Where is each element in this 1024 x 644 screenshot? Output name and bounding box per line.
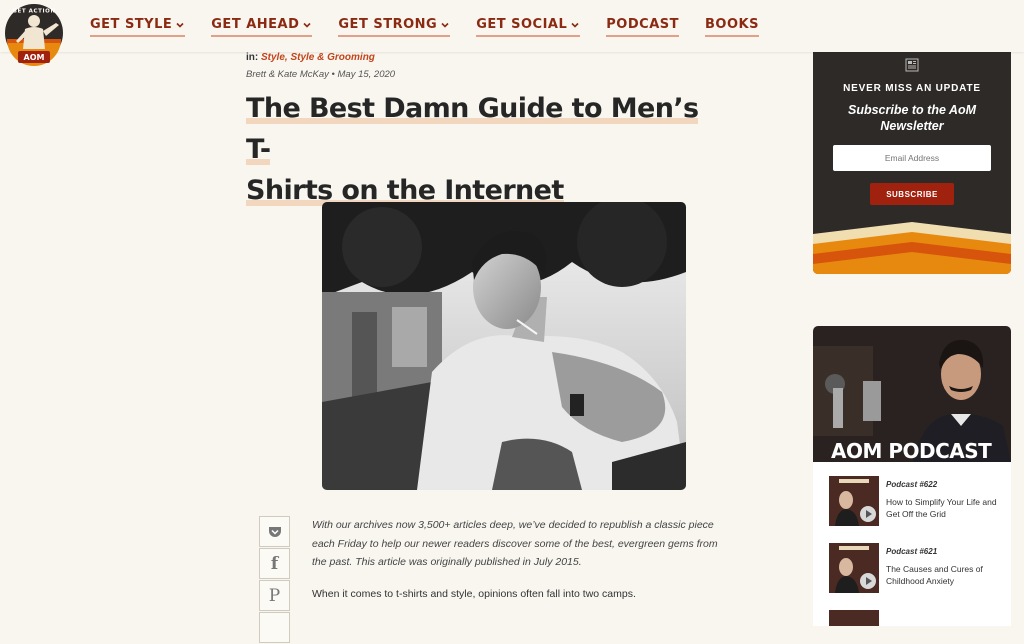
podcast-episode-622[interactable]: Podcast #622 How to Simplify Your Life a… xyxy=(829,476,1009,528)
episode-thumbnail xyxy=(829,476,879,526)
nav-label: GET STRONG xyxy=(338,17,438,32)
nav-podcast[interactable]: PODCAST xyxy=(606,17,679,37)
subscribe-button[interactable]: SUBSCRIBE xyxy=(870,183,954,205)
newsletter-heading: Subscribe to the AoM Newsletter xyxy=(813,102,1011,134)
article-category: in: Style, Style & Grooming xyxy=(246,52,375,63)
chevron-down-icon xyxy=(571,22,579,28)
nav-label: GET STYLE xyxy=(90,17,173,32)
share-bar: f P xyxy=(259,516,290,644)
email-field[interactable] xyxy=(833,145,991,171)
chevron-down-icon xyxy=(303,22,311,28)
facebook-share-button[interactable]: f xyxy=(259,548,290,579)
nav-label: PODCAST xyxy=(606,17,679,32)
newsletter-kicker: NEVER MISS AN UPDATE xyxy=(843,83,981,94)
pocket-share-button[interactable] xyxy=(259,516,290,547)
more-share-button[interactable] xyxy=(259,612,290,643)
newsletter-panel: NEVER MISS AN UPDATE Subscribe to the Ao… xyxy=(813,52,1011,274)
article-intro: With our archives now 3,500+ articles de… xyxy=(312,519,718,568)
newsletter-heading-line-1: Subscribe to the AoM xyxy=(847,103,976,117)
nav-label: BOOKS xyxy=(704,17,759,32)
episode-title[interactable]: The Causes and Cures of Childhood Anxiet… xyxy=(886,563,1006,587)
episode-thumbnail xyxy=(829,543,879,593)
pocket-icon xyxy=(268,526,281,537)
podcast-title: AOM PODCAST xyxy=(831,439,992,463)
pinterest-icon: P xyxy=(268,585,281,606)
episode-number: Podcast #622 xyxy=(886,480,938,489)
article-paragraph: When it comes to t-shirts and style, opi… xyxy=(312,588,636,600)
podcast-panel: AOM PODCAST Podcast #622 How to Simplify… xyxy=(813,326,1011,626)
newspaper-icon xyxy=(905,58,919,72)
nav-get-social[interactable]: GET SOCIAL xyxy=(476,17,581,37)
chevron-down-icon xyxy=(441,22,449,28)
category-prefix: in: xyxy=(246,52,259,63)
nav-books[interactable]: BOOKS xyxy=(704,17,759,37)
nav-get-strong[interactable]: GET STRONG xyxy=(338,17,451,37)
episode-thumbnail xyxy=(829,610,879,626)
newsletter-heading-line-2: Newsletter xyxy=(880,119,944,133)
nav-label: GET SOCIAL xyxy=(476,17,568,32)
pinterest-share-button[interactable]: P xyxy=(259,580,290,611)
category-link[interactable]: Style, Style & Grooming xyxy=(261,52,375,63)
nav-get-ahead[interactable]: GET AHEAD xyxy=(211,17,313,37)
aom-logo[interactable]: AOM GET ACTION xyxy=(4,3,76,69)
hero-image xyxy=(322,202,686,490)
facebook-icon: f xyxy=(270,553,279,574)
main-nav: GET STYLE GET AHEAD GET STRONG GET SOCIA… xyxy=(90,17,785,37)
logo-top-text: GET ACTION xyxy=(12,9,55,15)
decorative-stripes xyxy=(813,222,1011,274)
podcast-episode-621[interactable]: Podcast #621 The Causes and Cures of Chi… xyxy=(829,543,1009,595)
title-line-1: The Best Damn Guide to Men’s T- xyxy=(246,93,699,165)
nav-label: GET AHEAD xyxy=(211,17,300,32)
chevron-down-icon xyxy=(176,22,184,28)
episode-title[interactable]: How to Simplify Your Life and Get Off th… xyxy=(886,496,1006,520)
article-byline: Brett & Kate McKay • May 15, 2020 xyxy=(246,69,396,80)
site-header: GET STYLE GET AHEAD GET STRONG GET SOCIA… xyxy=(0,0,1024,52)
episode-number: Podcast #621 xyxy=(886,547,938,556)
nav-get-style[interactable]: GET STYLE xyxy=(90,17,186,37)
article-title: The Best Damn Guide to Men’s T- Shirts o… xyxy=(246,88,716,211)
podcast-episode-next[interactable] xyxy=(829,610,1009,626)
logo-aom-text: AOM xyxy=(24,53,45,62)
